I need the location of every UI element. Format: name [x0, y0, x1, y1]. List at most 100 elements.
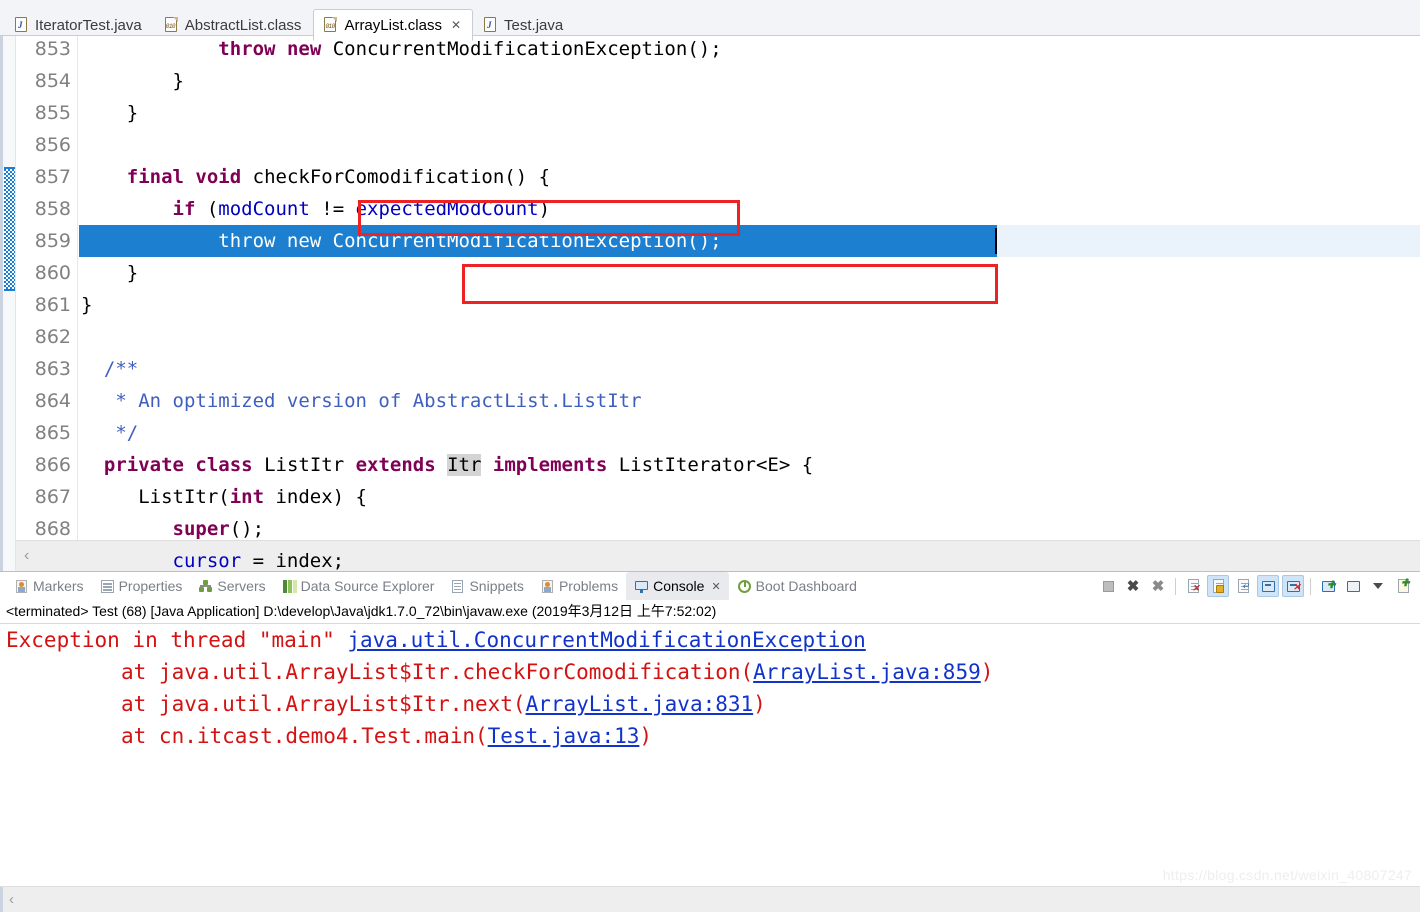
stack-trace-line[interactable]: at java.util.ArrayList$Itr.checkForComod… [0, 656, 1420, 688]
pin-console-button[interactable]: ✚ [1317, 575, 1339, 597]
line-number: 863 [34, 358, 71, 380]
java-file-icon: J [14, 17, 29, 33]
stack-trace-text: ) [753, 692, 766, 716]
line-number: 861 [34, 294, 71, 316]
class-file-icon: 010 [323, 17, 338, 33]
stack-trace-link[interactable]: java.util.ConcurrentModificationExceptio… [347, 628, 865, 652]
console-output[interactable]: <terminated> Test (68) [Java Application… [0, 600, 1420, 885]
code-area[interactable]: throw new ConcurrentModificationExceptio… [79, 36, 1420, 571]
panel-tab-label: Markers [33, 578, 84, 594]
panel-tab-close-icon[interactable]: ✕ [711, 580, 720, 593]
line-number: 864 [34, 390, 71, 412]
line-number: 857 [34, 166, 71, 188]
panel-tab-markers[interactable]: Markers [6, 573, 92, 599]
panel-tab-label: Console [653, 578, 705, 594]
markers-icon [14, 579, 29, 594]
console-dropdown-button[interactable] [1367, 575, 1389, 597]
editor-tab-label: Test.java [504, 16, 564, 34]
code-line-text: } [81, 294, 93, 316]
bottom-panel: Markers Properties Servers Data Source Expl… [0, 571, 1420, 912]
clear-console-button[interactable]: ✕ [1182, 575, 1204, 597]
code-line[interactable]: */ [79, 417, 1420, 449]
editor-tab-label: ArrayList.class [344, 16, 442, 34]
scroll-left-icon[interactable]: ‹ [24, 547, 29, 565]
panel-tab-boot-dashboard[interactable]: Boot Dashboard [729, 573, 865, 599]
panel-tab-servers[interactable]: Servers [190, 573, 273, 599]
scroll-lock-button[interactable] [1207, 575, 1229, 597]
show-console-on-output-button[interactable] [1257, 575, 1279, 597]
code-line-text: final void checkForComodification() { [126, 166, 551, 188]
editor-tab-label: AbstractList.class [184, 16, 302, 34]
stack-trace[interactable]: Exception in thread "main" java.util.Con… [0, 624, 1420, 752]
console-launch-header: <terminated> Test (68) [Java Application… [0, 600, 1420, 624]
stack-trace-link[interactable]: ArrayList.java:831 [526, 692, 754, 716]
code-line[interactable]: /** [79, 353, 1420, 385]
stack-trace-text: ) [980, 660, 994, 684]
panel-tab-properties[interactable]: Properties [92, 573, 191, 599]
stack-trace-text: at java.util.ArrayList$Itr.next( [121, 692, 526, 716]
line-number: 866 [34, 454, 71, 476]
code-line[interactable]: private class ListItr extends Itr implem… [79, 449, 1420, 481]
code-line[interactable]: } [79, 257, 1420, 289]
code-line-text: if (modCount != expectedModCount) [172, 198, 551, 220]
stack-trace-text: ) [639, 724, 653, 748]
code-line[interactable]: throw new ConcurrentModificationExceptio… [79, 36, 1420, 65]
panel-tab-label: Snippets [469, 578, 524, 594]
toolbar-separator-2 [1310, 577, 1311, 595]
console-scroll-left-icon[interactable]: ‹ [9, 891, 14, 908]
remove-all-terminated-button[interactable]: ✖ [1147, 575, 1169, 597]
code-line[interactable]: if (modCount != expectedModCount) [79, 193, 1420, 225]
editor-tab-close-icon[interactable]: ✕ [451, 18, 461, 32]
panel-tab-data-source-explorer[interactable]: Data Source Explorer [274, 573, 443, 599]
console-horizontal-scrollbar[interactable]: ‹ [0, 886, 1420, 912]
line-number: 855 [34, 102, 71, 124]
code-line[interactable]: * An optimized version of AbstractList.L… [79, 385, 1420, 417]
annotation-ruler[interactable] [0, 36, 16, 571]
problems-icon [540, 579, 555, 594]
stack-trace-link[interactable]: Test.java:13 [488, 724, 640, 748]
code-line[interactable]: final void checkForComodification() { [79, 161, 1420, 193]
stack-trace-line[interactable]: at java.util.ArrayList$Itr.next(ArrayLis… [0, 688, 1420, 720]
editor-tab-arraylist-class[interactable]: 010 ArrayList.class ✕ [313, 9, 474, 41]
eclipse-ide-window: J IteratorTest.java 010 AbstractList.class 0… [0, 0, 1420, 912]
console-toolbar: ✖ ✖ ✕ ↵ ✕ ✚ ✚ [1097, 574, 1414, 598]
show-console-on-error-button[interactable]: ✕ [1282, 575, 1304, 597]
terminate-button[interactable] [1097, 575, 1119, 597]
code-line-text: super(); [172, 518, 265, 540]
panel-tab-problems[interactable]: Problems [532, 573, 626, 599]
line-number: 858 [34, 198, 71, 220]
line-number: 865 [34, 422, 71, 444]
code-line[interactable] [79, 321, 1420, 353]
code-line-text: ListItr(int index) { [81, 486, 367, 508]
watermark-text: https://blog.csdn.net/weixin_40807247 [1162, 867, 1412, 883]
code-line-text: } [81, 102, 139, 124]
class-file-icon: 010 [164, 17, 179, 33]
code-editor[interactable]: 853 854 855 856 857 858 859 860 861 862 863 864 865 8… [0, 36, 1420, 571]
code-line[interactable]: } [79, 289, 1420, 321]
panel-tab-label: Properties [118, 578, 183, 594]
code-line[interactable]: ListItr(int index) { [79, 481, 1420, 513]
word-wrap-button[interactable]: ↵ [1232, 575, 1254, 597]
servers-icon [198, 579, 213, 594]
stack-trace-link[interactable]: ArrayList.java:859 [753, 660, 981, 684]
code-line[interactable]: } [79, 97, 1420, 129]
line-number: 860 [34, 262, 71, 284]
panel-tab-snippets[interactable]: Snippets [442, 573, 531, 599]
stack-trace-line[interactable]: Exception in thread "main" java.util.Con… [0, 624, 1420, 656]
code-line[interactable]: } [79, 65, 1420, 97]
toolbar-separator [1175, 577, 1176, 595]
text-caret [995, 228, 997, 254]
open-console-button[interactable]: ✚ [1392, 575, 1414, 597]
panel-tab-label: Data Source Explorer [300, 578, 435, 594]
panel-tab-console[interactable]: Console ✕ [626, 572, 729, 600]
code-line[interactable] [79, 129, 1420, 161]
code-line[interactable]: throw new ConcurrentModificationExceptio… [79, 225, 1420, 257]
remove-launch-button[interactable]: ✖ [1122, 575, 1144, 597]
line-number: 853 [34, 38, 71, 60]
display-selected-console-button[interactable] [1342, 575, 1364, 597]
occurrence-annotation-marker[interactable] [4, 167, 15, 291]
editor-tab-bar: J IteratorTest.java 010 AbstractList.class 0… [0, 0, 1420, 41]
stack-trace-line[interactable]: at cn.itcast.demo4.Test.main(Test.java:1… [0, 720, 1420, 752]
editor-tab-label: IteratorTest.java [35, 16, 142, 34]
